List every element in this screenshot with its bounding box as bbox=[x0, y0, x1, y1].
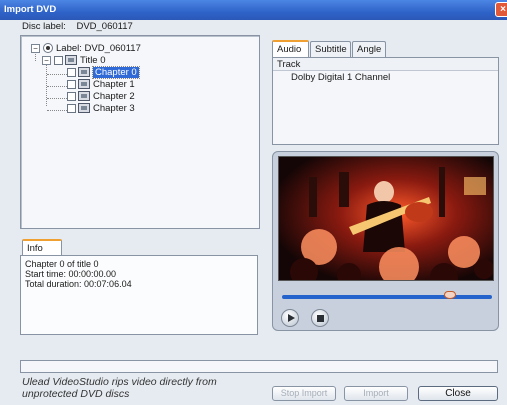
disc-label: Disc label: DVD_060117 bbox=[22, 21, 133, 32]
tree-item-chapter[interactable]: Chapter 3 bbox=[67, 102, 135, 114]
tree-title-label: Title 0 bbox=[80, 54, 106, 66]
window-titlebar: Import DVD × bbox=[0, 0, 507, 20]
play-button[interactable] bbox=[281, 309, 299, 327]
tab-subtitle[interactable]: Subtitle bbox=[310, 41, 351, 57]
scrub-bar[interactable] bbox=[282, 291, 492, 299]
chapter-checkbox[interactable] bbox=[67, 67, 76, 77]
chapter-checkbox[interactable] bbox=[67, 91, 76, 101]
chapter-checkbox[interactable] bbox=[67, 79, 76, 89]
track-row[interactable]: Dolby Digital 1 Channel bbox=[273, 71, 498, 83]
preview-panel bbox=[272, 151, 499, 331]
tree-item-chapter[interactable]: Chapter 2 bbox=[67, 90, 135, 102]
stop-import-button[interactable]: Stop Import bbox=[272, 386, 336, 401]
chapter-checkbox[interactable] bbox=[67, 103, 76, 113]
tab-info[interactable]: Info bbox=[22, 239, 62, 256]
stop-icon bbox=[317, 315, 324, 322]
film-icon bbox=[78, 91, 90, 101]
disc-label-caption: Disc label: bbox=[22, 21, 66, 32]
tree-item-chapter[interactable]: Chapter 0 bbox=[67, 65, 140, 79]
chapter-label: Chapter 0 bbox=[92, 65, 140, 79]
close-window-icon[interactable]: × bbox=[495, 2, 507, 17]
stop-button[interactable] bbox=[311, 309, 329, 327]
import-progress-bar bbox=[20, 360, 498, 373]
scrub-handle-icon[interactable] bbox=[444, 291, 456, 299]
import-button[interactable]: Import bbox=[344, 386, 408, 401]
info-line: Start time: 00:00:00.00 bbox=[25, 269, 117, 279]
tree-node-root[interactable]: − Label: DVD_060117 bbox=[31, 42, 141, 54]
tab-angle[interactable]: Angle bbox=[352, 41, 386, 57]
chapter-label: Chapter 1 bbox=[93, 78, 135, 90]
chapter-label: Chapter 2 bbox=[93, 90, 135, 102]
track-column-header: Track bbox=[273, 58, 498, 71]
tree-item-chapter[interactable]: Chapter 1 bbox=[67, 78, 135, 90]
film-icon bbox=[78, 79, 90, 89]
info-line: Total duration: 00:07:06.04 bbox=[25, 279, 132, 289]
close-button[interactable]: Close bbox=[418, 386, 498, 401]
film-icon bbox=[78, 103, 90, 113]
info-box: Chapter 0 of title 0 Start time: 00:00:0… bbox=[20, 255, 258, 335]
disc-label-value: DVD_060117 bbox=[76, 21, 133, 32]
video-preview bbox=[278, 156, 494, 281]
info-line: Chapter 0 of title 0 bbox=[25, 259, 99, 269]
collapse-icon[interactable]: − bbox=[42, 55, 51, 65]
footer-caption: Ulead VideoStudio rips video directly fr… bbox=[22, 376, 217, 400]
collapse-icon[interactable]: − bbox=[31, 43, 40, 53]
film-icon bbox=[65, 55, 77, 65]
title-checkbox[interactable] bbox=[54, 55, 63, 65]
track-list[interactable]: Track Dolby Digital 1 Channel bbox=[272, 57, 499, 145]
chapter-label: Chapter 3 bbox=[93, 102, 135, 114]
tab-audio[interactable]: Audio bbox=[272, 40, 309, 57]
disc-radio-icon[interactable] bbox=[43, 43, 53, 53]
tree-node-title[interactable]: − Title 0 bbox=[42, 54, 106, 66]
film-icon bbox=[78, 67, 90, 77]
tree-root-label: Label: DVD_060117 bbox=[56, 42, 141, 54]
window-title: Import DVD bbox=[4, 4, 57, 15]
dvd-tree-panel[interactable]: − Label: DVD_060117 − Title 0 Chapter 0 … bbox=[20, 35, 260, 229]
play-icon bbox=[288, 314, 295, 322]
